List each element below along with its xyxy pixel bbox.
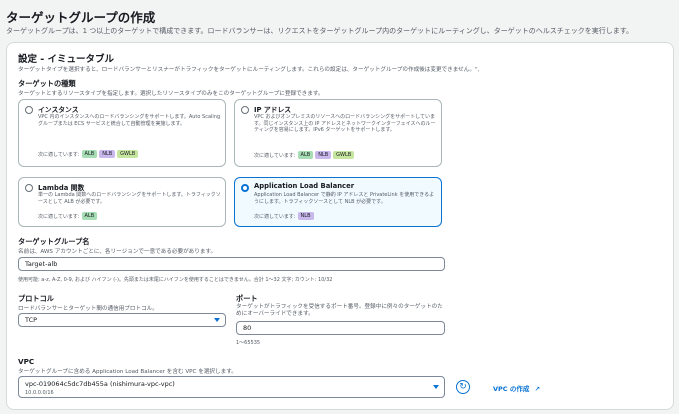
card-description: Application Load Balancer で静的 IP アドレスと P… (254, 192, 435, 205)
target-type-alb-radio[interactable] (241, 184, 249, 192)
tag-nlb: NLB (297, 212, 314, 220)
protocol-value: TCP (25, 316, 38, 324)
compat-row: 次に適しています: NLB (254, 212, 314, 220)
compat-label: 次に適しています: (38, 151, 80, 158)
caret-down-icon (214, 318, 220, 322)
tag-nlb: NLB (99, 150, 116, 158)
tag-nlb: NLB (315, 151, 332, 159)
create-vpc-link[interactable]: VPC の作成 ↗ (493, 383, 540, 393)
target-type-alb-card[interactable]: Application Load Balancer Application Lo… (234, 177, 442, 227)
compat-label: 次に適しています: (254, 213, 296, 220)
page-title: ターゲットグループの作成 (6, 10, 156, 25)
target-type-instances-card[interactable]: インスタンス VPC 内のインスタンスへのロードバランシングをサポートします。A… (18, 99, 226, 167)
card-title: IP アドレス (254, 106, 292, 114)
target-type-lambda-radio[interactable] (25, 184, 33, 192)
target-type-instances-radio[interactable] (25, 106, 33, 114)
card-description: VPC およびオンプレミスのリソースへのロードバランシングをサポートしています。… (254, 114, 436, 134)
card-description: VPC 内のインスタンスへのロードバランシングをサポートします。Auto Sca… (38, 114, 221, 127)
port-label: ポート (236, 294, 258, 303)
vpc-cidr: 10.0.0.0/16 (25, 390, 54, 396)
tag-gwlb: GWLB (333, 151, 355, 159)
group-name-label: ターゲットグループ名 (18, 237, 90, 246)
compat-label: 次に適しています: (254, 152, 296, 159)
tag-alb: ALB (297, 151, 314, 159)
settings-title: 設定 - イミュータブル (18, 54, 115, 65)
compat-row: 次に適しています: ALB NLB GWLB (254, 151, 355, 159)
refresh-icon[interactable]: ↻ (456, 380, 470, 394)
target-type-lambda-card[interactable]: Lambda 関数 単一の Lambda 関数へのロードバランシングをサポートし… (18, 177, 226, 227)
tag-alb: ALB (81, 212, 98, 220)
target-type-ip-radio[interactable] (241, 106, 249, 114)
page-description: ターゲットグループは、1 つ以上のターゲットで構成できます。ロードバランサーは、… (6, 27, 634, 35)
settings-description: ターゲットタイプを選択すると、ロードバランサーとリスナーがトラフィックをターゲッ… (18, 67, 480, 73)
compat-label: 次に適しています: (38, 213, 80, 220)
card-title: Lambda 関数 (38, 184, 85, 192)
protocol-select[interactable]: TCP (18, 313, 226, 327)
vpc-label: VPC (18, 357, 35, 366)
group-name-input[interactable]: Target-alb (18, 257, 445, 271)
target-type-label: ターゲットの種類 (18, 79, 76, 88)
card-title: Application Load Balancer (254, 182, 355, 190)
tag-alb: ALB (81, 150, 98, 158)
protocol-label: プロトコル (18, 294, 54, 303)
vpc-value: vpc-019064c5dc7db455a (nishimura-vpc-vpc… (25, 380, 175, 388)
group-name-description: 名前は、AWS アカウントごとに、各リージョンで一意である必要があります。 (18, 249, 217, 255)
external-link-icon: ↗ (534, 385, 541, 393)
create-vpc-label: VPC の作成 (493, 385, 530, 393)
card-description: 単一の Lambda 関数へのロードバランシングをサポートします。トラフィックソ… (38, 192, 221, 205)
vpc-description: ターゲットグループに含める Application Load Balancer … (18, 369, 237, 375)
protocol-description: ロードバランサーとターゲット間の通信用プロトコル。 (18, 306, 158, 312)
card-title: インスタンス (38, 106, 79, 114)
port-hint: 1〜65535 (236, 340, 261, 346)
target-type-description: ターゲットとするリソースタイプを指定します。選択したリソースタイプのみをこのター… (18, 91, 324, 97)
vpc-select[interactable]: vpc-019064c5dc7db455a (nishimura-vpc-vpc… (18, 376, 445, 398)
compat-row: 次に適しています: ALB NLB GWLB (38, 150, 139, 158)
caret-down-icon (433, 385, 439, 389)
target-type-ip-card[interactable]: IP アドレス VPC およびオンプレミスのリソースへのロードバランシングをサポ… (234, 99, 442, 167)
port-description: ターゲットがトラフィックを受信するポート番号。登録中に例々のターゲットのためにオ… (236, 304, 443, 317)
port-input[interactable]: 80 (236, 321, 445, 335)
compat-row: 次に適しています: ALB (38, 212, 98, 220)
group-name-hint: 使用可能: a-z, A-Z, 0-9, および ハイフン (-)。先頭または末… (18, 277, 333, 283)
tag-gwlb: GWLB (117, 150, 139, 158)
settings-panel: 設定 - イミュータブル ターゲットタイプを選択すると、ロードバランサーとリスナ… (6, 42, 674, 410)
